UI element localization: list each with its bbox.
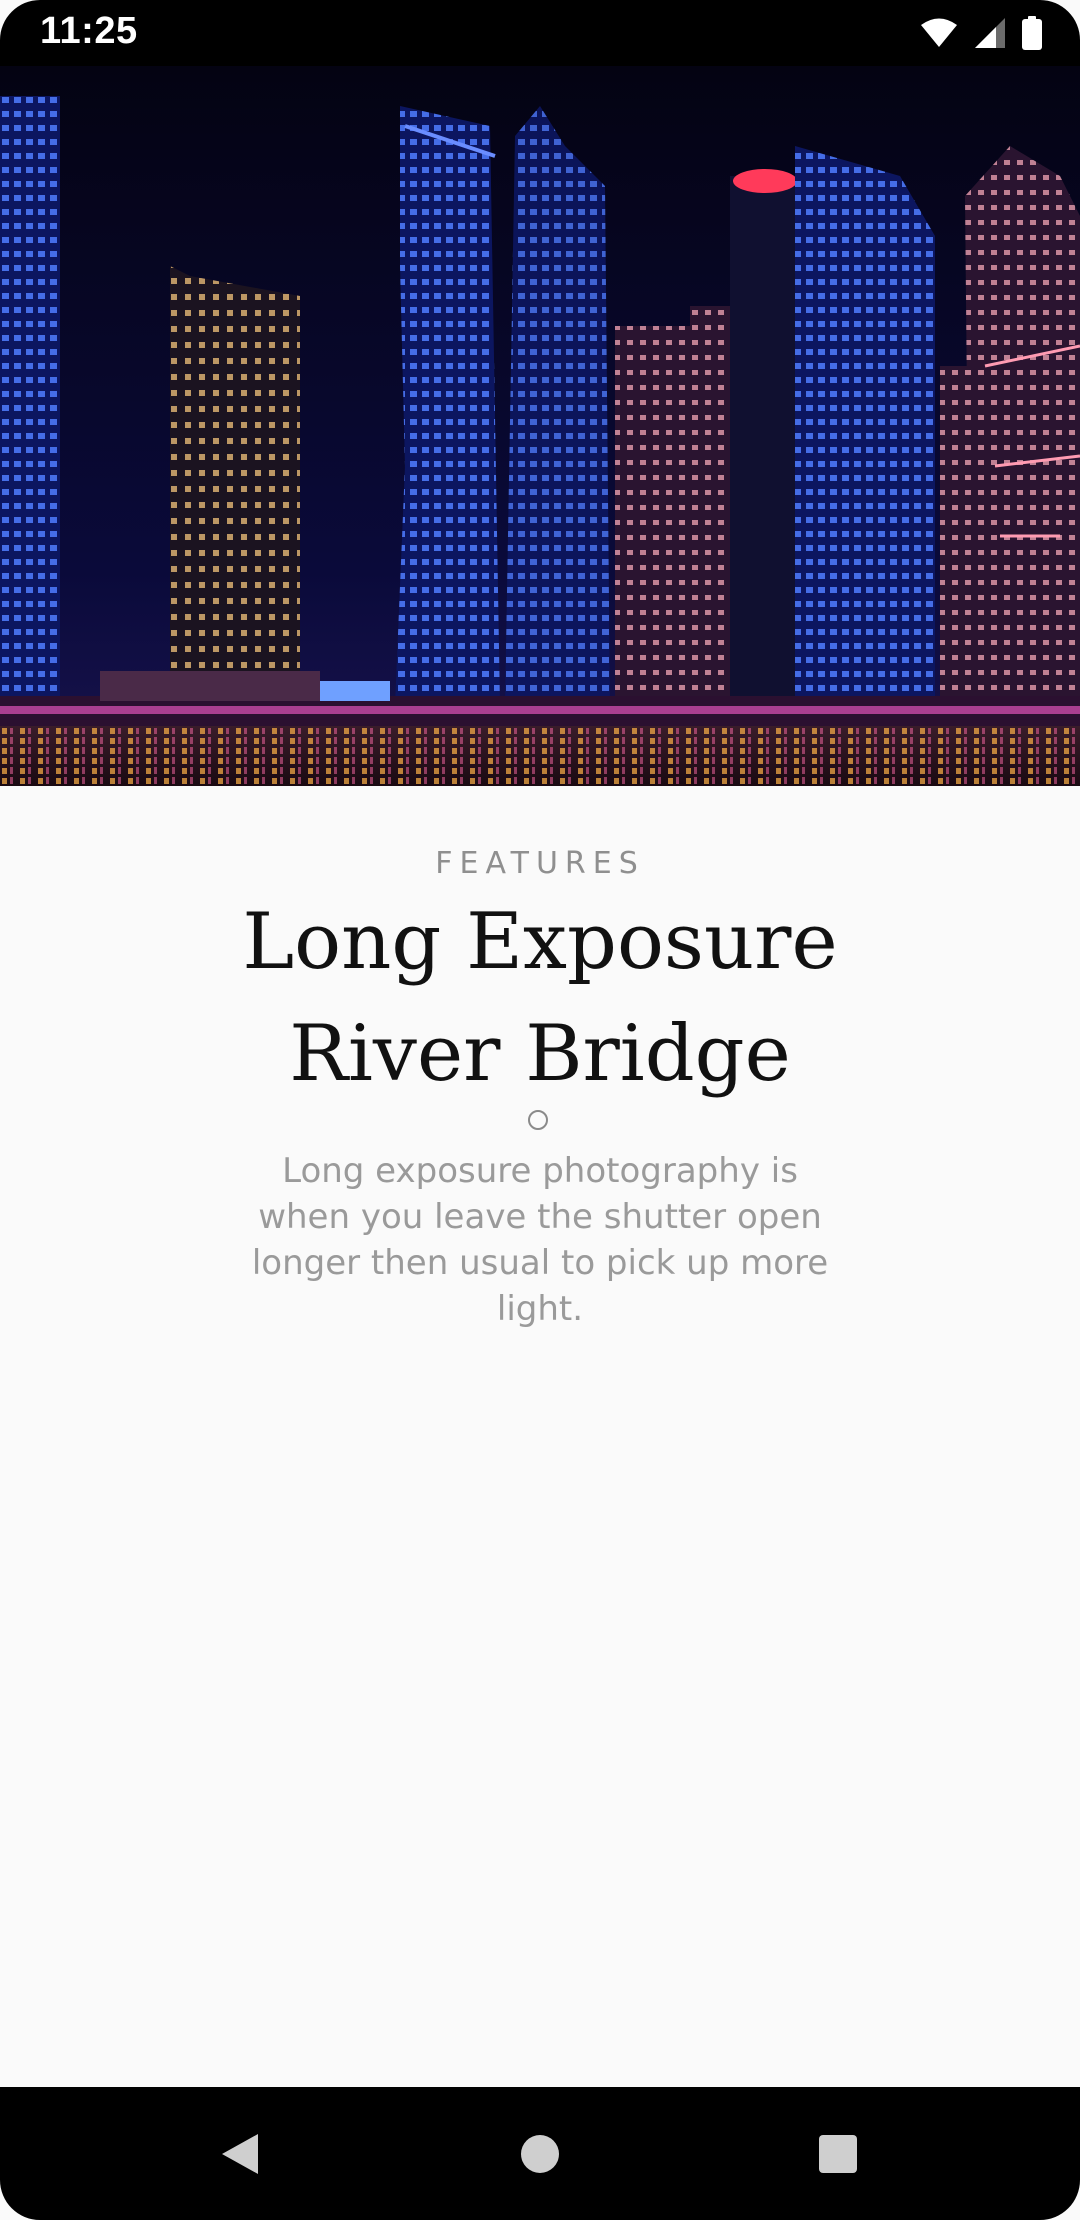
feature-title-line-1: Long Exposure: [242, 897, 838, 987]
home-circle-icon: [520, 2134, 560, 2174]
back-triangle-icon: [220, 2132, 260, 2176]
wifi-icon: [920, 18, 958, 48]
hero-image: [0, 66, 1080, 786]
night-city-skyline-photo: [0, 66, 1080, 786]
circle-ring-icon: [528, 1110, 548, 1130]
recents-square-icon: [818, 2134, 858, 2174]
feature-description: Long exposure photography is when you le…: [251, 1151, 829, 1329]
feature-title-line-2: River Bridge: [289, 1009, 791, 1099]
section-overline: FEATURES: [435, 846, 645, 881]
home-button[interactable]: [480, 2087, 600, 2220]
status-time: 11:25: [40, 10, 138, 52]
feature-title: Long Exposure River Bridge: [0, 886, 1080, 1110]
back-button[interactable]: [180, 2087, 300, 2220]
recents-button[interactable]: [778, 2087, 898, 2220]
battery-icon: [1022, 16, 1042, 50]
status-icons: [920, 16, 1042, 50]
app-screen: 11:25 FEATURES Long Exposure River Bridg…: [0, 0, 1080, 2220]
cellular-signal-icon: [974, 17, 1006, 49]
status-bar: 11:25: [0, 0, 1080, 66]
navigation-bar: [0, 2087, 1080, 2220]
feature-content: FEATURES Long Exposure River Bridge Long…: [0, 786, 1080, 2086]
